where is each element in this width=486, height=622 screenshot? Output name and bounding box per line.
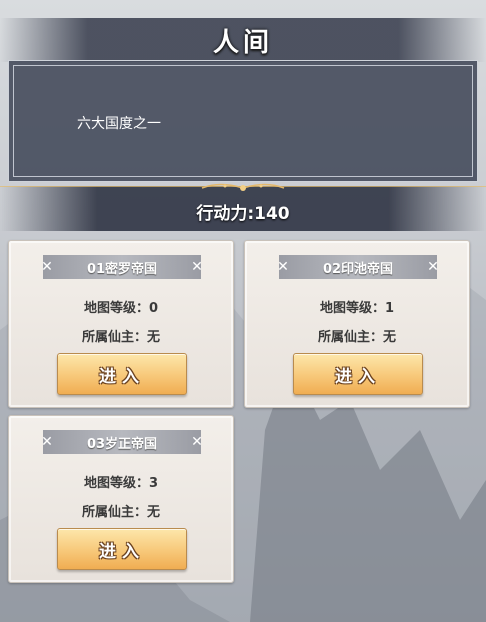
banner-ornament-icon: ✕ (191, 434, 203, 450)
kingdom-card: ✕ 03岁正帝国 ✕ 地图等级：3 所属仙主：无 进入 (8, 415, 234, 583)
enter-button-label: 进入 (99, 541, 145, 562)
owner: 所属仙主：无 (81, 505, 160, 520)
page-title: 人间 (212, 27, 273, 58)
kingdom-name-banner: ✕ 03岁正帝国 ✕ (41, 430, 203, 454)
banner-ornament-icon: ✕ (427, 259, 439, 275)
map-level: 地图等级：1 (319, 301, 395, 316)
energy-bar: 行动力:140 (0, 183, 486, 231)
kingdom-card: ✕ 01密罗帝国 ✕ 地图等级：0 所属仙主：无 进入 (8, 240, 234, 408)
title-bar: 人间 (0, 18, 486, 62)
enter-button-label: 进入 (335, 366, 381, 387)
description-text: 六大国度之一 (77, 116, 161, 132)
banner-ornament-icon: ✕ (41, 259, 53, 275)
kingdom-card: ✕ 02印池帝国 ✕ 地图等级：1 所属仙主：无 进入 (244, 240, 470, 408)
banner-ornament-icon: ✕ (191, 259, 203, 275)
enter-button[interactable]: 进入 (293, 353, 423, 395)
banner-ornament-icon: ✕ (41, 434, 53, 450)
enter-button-label: 进入 (99, 366, 145, 387)
owner: 所属仙主：无 (81, 330, 160, 345)
map-level: 地图等级：0 (83, 301, 159, 316)
kingdom-name-banner: ✕ 02印池帝国 ✕ (277, 255, 439, 279)
banner-ornament-icon: ✕ (277, 259, 289, 275)
action-points: 行动力:140 (196, 204, 290, 224)
ornament-icon (201, 183, 285, 191)
kingdom-name: 02印池帝国 (322, 261, 394, 277)
map-level: 地图等级：3 (83, 476, 159, 491)
kingdom-name-banner: ✕ 01密罗帝国 ✕ (41, 255, 203, 279)
description-panel: 六大国度之一 (8, 60, 478, 182)
kingdom-name: 03岁正帝国 (86, 436, 158, 452)
enter-button[interactable]: 进入 (57, 528, 187, 570)
enter-button[interactable]: 进入 (57, 353, 187, 395)
kingdom-name: 01密罗帝国 (86, 261, 158, 277)
owner: 所属仙主：无 (317, 330, 396, 345)
